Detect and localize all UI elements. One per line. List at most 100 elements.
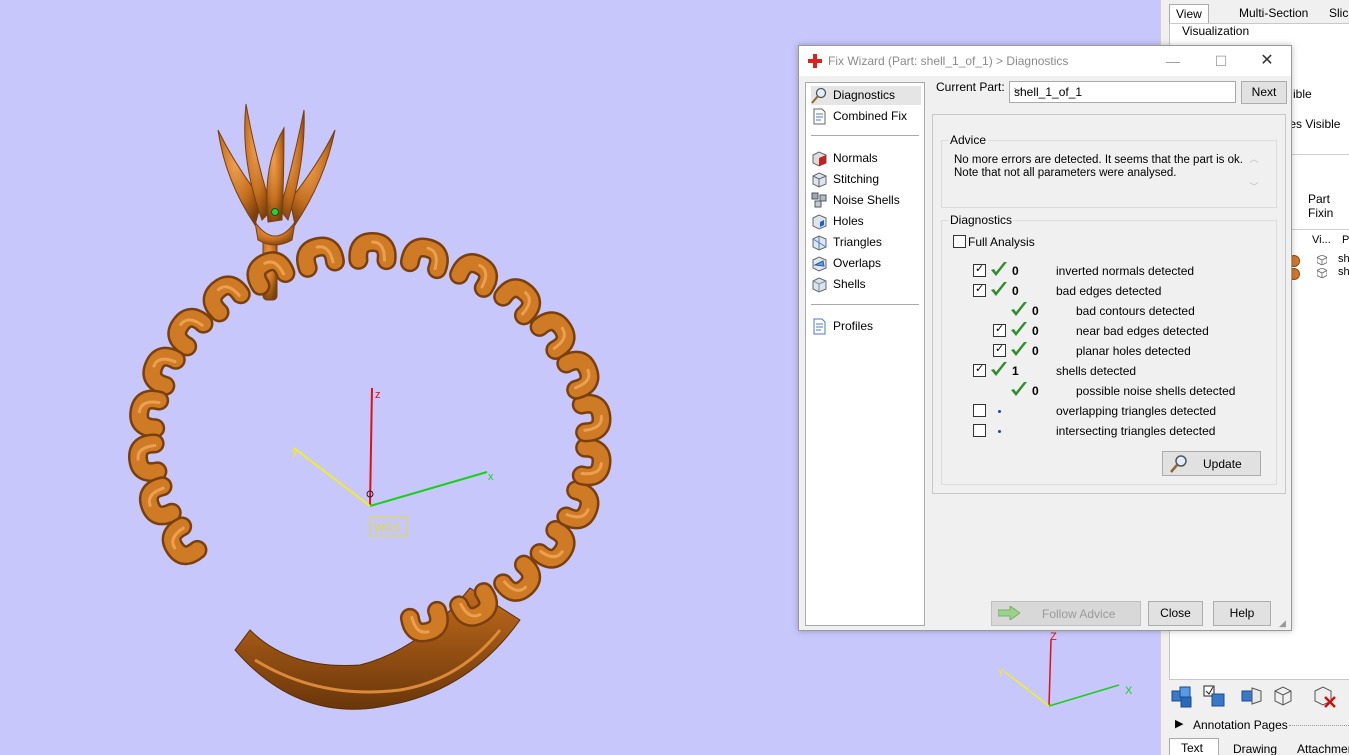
tab-drawing[interactable]: Drawing — [1233, 742, 1277, 755]
nav-item-overlaps[interactable]: Overlaps — [811, 254, 921, 273]
dialog-titlebar[interactable]: Fix Wizard (Part: shell_1_of_1) > Diagno… — [799, 46, 1291, 76]
diag-label: overlapping triangles detected — [1056, 404, 1217, 418]
nav-item-combined-fix[interactable]: Combined Fix — [811, 107, 921, 126]
green-check-icon — [991, 362, 1007, 376]
diag-checkbox[interactable]: ✓ — [993, 323, 1006, 337]
check-mark-icon: ✓ — [995, 323, 1005, 335]
nav-item-noise-shells[interactable]: Noise Shells — [811, 191, 921, 210]
tab-text[interactable]: Text — [1181, 741, 1203, 755]
cube-visibility-icon[interactable] — [1317, 255, 1327, 265]
tab-attachments[interactable]: Attachmen — [1297, 742, 1349, 755]
diag-label: bad edges detected — [1056, 284, 1162, 298]
wavy-ring-model[interactable] — [128, 232, 612, 643]
nav-item-label: Noise Shells — [833, 193, 900, 207]
diag-checkbox[interactable]: ✓ — [973, 263, 986, 277]
part-row-2[interactable]: sh — [1338, 266, 1349, 278]
nav-item-normals[interactable]: Normals — [811, 149, 921, 168]
wizard-navigation: Diagnostics Combined Fix Normals Stitching N… — [805, 82, 925, 626]
diag-count: 0 — [1012, 264, 1019, 278]
tab-multi-section[interactable]: Multi-Section — [1233, 4, 1314, 23]
wire-cubes-icon[interactable] — [1271, 683, 1297, 709]
full-analysis-checkbox[interactable] — [953, 235, 966, 248]
chevron-down-icon: ⌵ — [1014, 83, 1023, 95]
next-button[interactable]: Next — [1241, 81, 1287, 104]
help-button[interactable]: Help — [1213, 601, 1271, 626]
diag-label: inverted normals detected — [1056, 264, 1195, 278]
dialog-title: Fix Wizard (Part: shell_1_of_1) > Diagno… — [828, 54, 1069, 68]
diag-checkbox[interactable] — [973, 404, 986, 417]
green-arrow-icon — [998, 606, 1020, 620]
mini-y-label: Y — [997, 667, 1005, 679]
world-axes: z x y WCS — [292, 387, 494, 537]
advice-scrollbar[interactable]: ︿ ﹀ — [1248, 153, 1260, 197]
nav-item-profiles[interactable]: Profiles — [811, 317, 921, 336]
mini-x-label: X — [1125, 685, 1133, 697]
green-check-icon — [1011, 342, 1027, 356]
advice-line-1: No more errors are detected. It seems th… — [954, 154, 1243, 166]
close-button[interactable]: Close — [1148, 601, 1203, 626]
cube-group-icon[interactable] — [1239, 683, 1265, 709]
follow-advice-button[interactable]: Follow Advice — [991, 601, 1141, 626]
green-check-icon — [1011, 302, 1027, 316]
update-label: Update — [1203, 457, 1242, 471]
nav-item-triangles[interactable]: Triangles — [811, 233, 921, 252]
delete-cube-icon[interactable] — [1311, 683, 1337, 709]
check-mark-icon: ✓ — [975, 363, 985, 375]
follow-advice-label: Follow Advice — [1042, 607, 1116, 621]
resize-grip-icon[interactable]: ◢ — [1279, 618, 1286, 629]
nav-item-label: Profiles — [833, 319, 874, 333]
tab-view[interactable]: View — [1169, 4, 1209, 24]
magnifier-icon — [1170, 455, 1187, 473]
diag-count: 0 — [1032, 304, 1039, 318]
checkbox-list-icon[interactable] — [1201, 683, 1227, 709]
current-part-select[interactable]: shell_1_of_1 ⌵ — [1009, 81, 1236, 103]
nav-item-shells[interactable]: Shells — [811, 275, 921, 294]
red-cross-icon — [808, 54, 822, 68]
blue-cubes-icon[interactable] — [1169, 683, 1195, 709]
pending-dot-icon — [998, 430, 1001, 433]
pending-dot-icon — [998, 410, 1001, 413]
check-mark-icon: ✓ — [975, 283, 985, 295]
nav-item-diagnostics[interactable]: Diagnostics — [811, 86, 921, 105]
maximize-button[interactable]: ☐ — [1211, 51, 1231, 71]
wcs-label: WCS — [374, 522, 400, 534]
nav-item-label: Shells — [833, 277, 866, 291]
green-check-icon — [991, 282, 1007, 296]
annotation-pages-label[interactable]: Annotation Pages — [1193, 718, 1288, 732]
tab-slice[interactable]: Slice — [1323, 4, 1349, 23]
col-header-part[interactable]: Pa — [1342, 234, 1349, 246]
nav-item-stitching[interactable]: Stitching — [811, 170, 921, 189]
diag-label: bad contours detected — [1076, 304, 1195, 318]
diag-count: 0 — [1012, 284, 1019, 298]
diag-count: 0 — [1032, 384, 1039, 398]
nav-separator — [811, 135, 919, 136]
nav-item-holes[interactable]: Holes — [811, 212, 921, 231]
part-row-1[interactable]: sh — [1338, 253, 1349, 265]
full-analysis-label: Full Analysis — [968, 235, 1035, 249]
expand-arrow-icon[interactable]: ▶ — [1175, 717, 1183, 730]
tab-part-fixing[interactable]: Part Fixin — [1308, 192, 1349, 220]
diag-checkbox[interactable]: ✓ — [973, 363, 986, 377]
mini-z-label: Z — [1050, 631, 1057, 643]
stitching-cube-icon — [811, 171, 828, 188]
diag-checkbox[interactable]: ✓ — [993, 343, 1006, 357]
diag-checkbox[interactable]: ✓ — [973, 283, 986, 297]
minimize-button[interactable]: — — [1163, 51, 1183, 71]
diag-checkbox[interactable] — [973, 424, 986, 437]
visible-option-2[interactable]: iles Visible — [1284, 117, 1340, 131]
visualization-group-label: Visualization — [1182, 24, 1250, 38]
cube-visibility-icon[interactable] — [1317, 268, 1327, 278]
check-mark-icon: ✓ — [975, 263, 985, 275]
green-check-icon — [991, 262, 1007, 276]
current-part-label: Current Part: — [936, 80, 1005, 94]
profiles-doc-icon — [811, 318, 828, 335]
close-window-button[interactable]: ✕ — [1257, 51, 1277, 71]
diag-count: 0 — [1032, 324, 1039, 338]
nav-item-label: Triangles — [833, 235, 882, 249]
update-button[interactable]: Update — [1162, 451, 1261, 476]
col-header-visible[interactable]: Vi... — [1312, 234, 1331, 246]
visible-option-1[interactable]: ible — [1293, 87, 1312, 101]
diagnostics-panel: Advice No more errors are detected. It s… — [932, 114, 1286, 494]
diag-count: 0 — [1032, 344, 1039, 358]
noise-shells-icon — [811, 192, 828, 209]
